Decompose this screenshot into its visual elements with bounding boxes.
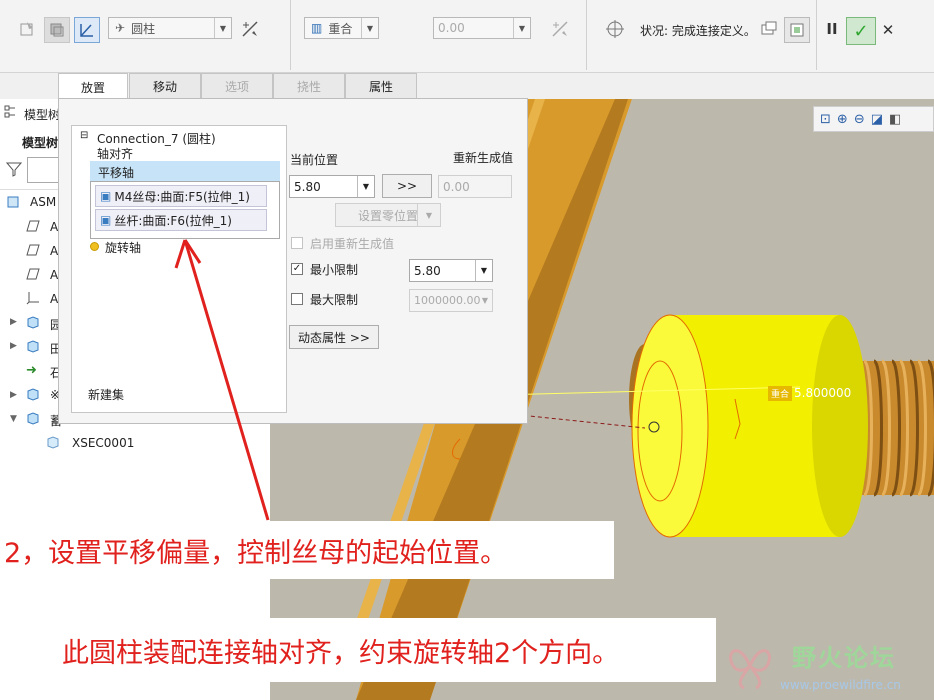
watermark-url: www.proewildfire.cn [780,678,901,692]
annotation-step: 2，设置平移偏量，控制丝母的起始位置。 [0,521,614,579]
annotation-arrow [174,239,270,521]
annotation-note: 此圆柱装配连接轴对齐，约束旋转轴2个方向。 [52,618,716,682]
watermark: 野火论坛 www.proewildfire.cn [716,632,934,700]
butterfly-logo [729,649,771,690]
watermark-title: 野火论坛 [792,644,896,672]
